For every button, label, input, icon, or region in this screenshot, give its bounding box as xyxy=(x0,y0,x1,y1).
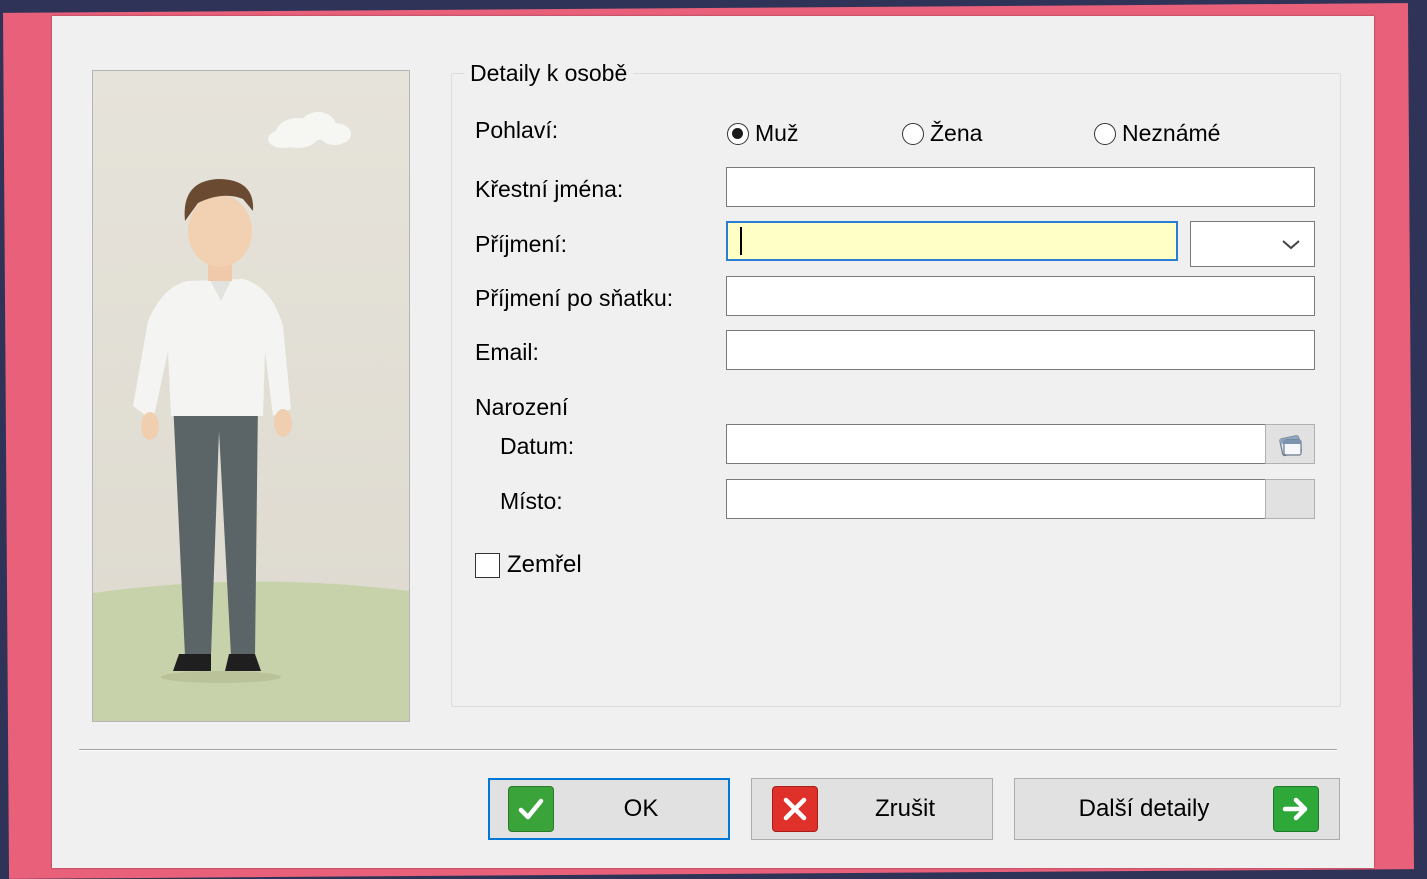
calendar-icon xyxy=(1279,435,1302,457)
birth-section-label: Narození xyxy=(475,394,569,420)
radio-selected-icon xyxy=(727,122,749,145)
checkbox-empty-icon xyxy=(475,552,500,578)
gender-label: Pohlaví: xyxy=(475,117,559,143)
person-illustration xyxy=(92,70,410,722)
surname-input[interactable] xyxy=(726,221,1178,261)
maiden-name-input[interactable] xyxy=(726,276,1315,316)
email-label: Email: xyxy=(475,339,539,365)
chevron-down-icon xyxy=(1282,240,1300,250)
birth-place-input[interactable] xyxy=(726,479,1266,519)
surname-suffix-dropdown[interactable] xyxy=(1190,221,1315,267)
place-picker-button[interactable] xyxy=(1265,479,1315,519)
radio-empty-icon xyxy=(902,122,924,145)
gender-unknown-label: Neznámé xyxy=(1122,120,1221,146)
radio-empty-icon xyxy=(1094,122,1116,145)
arrow-right-icon xyxy=(1273,786,1319,832)
surname-label: Příjmení: xyxy=(475,231,568,257)
cancel-button[interactable]: Zrušit xyxy=(751,778,993,840)
first-names-label: Křestní jména: xyxy=(475,176,624,202)
ok-button-label: OK xyxy=(623,795,659,822)
deceased-checkbox[interactable]: Zemřel xyxy=(475,551,582,579)
maiden-name-label: Příjmení po sňatku: xyxy=(475,285,674,311)
birth-place-label: Místo: xyxy=(500,488,563,514)
date-picker-button[interactable] xyxy=(1265,424,1315,464)
ok-button[interactable]: OK xyxy=(488,778,730,840)
more-details-button[interactable]: Další detaily xyxy=(1014,778,1340,840)
check-icon xyxy=(508,786,554,832)
gender-unknown-radio[interactable]: Neznámé xyxy=(1094,120,1220,147)
birth-date-label: Datum: xyxy=(500,433,575,459)
group-title: Detaily k osobě xyxy=(464,60,634,87)
gender-male-radio[interactable]: Muž xyxy=(727,120,798,147)
cancel-button-label: Zrušit xyxy=(875,795,935,822)
email-input[interactable] xyxy=(726,330,1315,370)
x-icon xyxy=(772,786,818,832)
male-figure-icon xyxy=(93,71,409,721)
text-caret xyxy=(740,227,742,255)
gender-male-label: Muž xyxy=(755,120,799,146)
divider xyxy=(79,749,1337,751)
birth-date-input[interactable] xyxy=(726,424,1266,464)
person-details-dialog: Detaily k osobě Pohlaví: Muž Žena Neznám… xyxy=(52,16,1374,868)
gender-female-label: Žena xyxy=(930,120,983,146)
more-details-label: Další detaily xyxy=(1078,795,1210,822)
deceased-label: Zemřel xyxy=(507,551,582,578)
gender-female-radio[interactable]: Žena xyxy=(902,120,982,147)
first-names-input[interactable] xyxy=(726,167,1315,207)
